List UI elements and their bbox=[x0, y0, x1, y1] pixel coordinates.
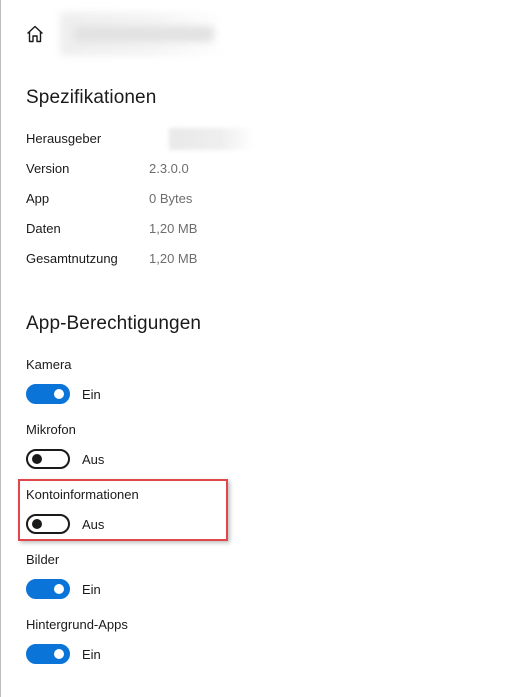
permission-label-microphone: Mikrofon bbox=[26, 422, 76, 437]
home-button[interactable] bbox=[23, 22, 47, 46]
permissions-title: App-Berechtigungen bbox=[26, 313, 202, 334]
spec-row-total-usage: Gesamtnutzung 1,20 MB bbox=[26, 251, 326, 271]
spec-label: Gesamtnutzung bbox=[26, 251, 118, 266]
app-name-redacted bbox=[60, 12, 225, 56]
permission-label-background-apps: Hintergrund-Apps bbox=[26, 617, 128, 632]
toggle-knob bbox=[54, 584, 64, 594]
home-icon bbox=[27, 25, 43, 43]
spec-value: 0 Bytes bbox=[149, 191, 193, 206]
microphone-toggle-state: Aus bbox=[82, 452, 105, 467]
spec-row-data: Daten 1,20 MB bbox=[26, 221, 326, 241]
permission-label-pictures: Bilder bbox=[26, 552, 60, 567]
camera-toggle[interactable] bbox=[26, 384, 70, 404]
publisher-value-redacted bbox=[169, 128, 254, 150]
spec-label: Herausgeber bbox=[26, 131, 102, 146]
highlight-annotation-box bbox=[18, 479, 228, 541]
toggle-knob bbox=[54, 389, 64, 399]
camera-toggle-state: Ein bbox=[82, 387, 101, 402]
spec-label: Daten bbox=[26, 221, 61, 236]
spec-row-publisher: Herausgeber bbox=[26, 128, 326, 151]
spec-value: 1,20 MB bbox=[149, 251, 198, 266]
spec-label: Version bbox=[26, 161, 70, 176]
spec-value: 1,20 MB bbox=[149, 221, 198, 236]
spec-label: App bbox=[26, 191, 50, 206]
permission-label-camera: Kamera bbox=[26, 357, 72, 372]
toggle-knob bbox=[32, 454, 42, 464]
toggle-knob bbox=[54, 649, 64, 659]
window-left-border bbox=[0, 0, 1, 697]
pictures-toggle-state: Ein bbox=[82, 582, 101, 597]
specs-title: Spezifikationen bbox=[26, 87, 157, 108]
background-apps-toggle[interactable] bbox=[26, 644, 70, 664]
background-apps-toggle-state: Ein bbox=[82, 647, 101, 662]
microphone-toggle[interactable] bbox=[26, 449, 70, 469]
spec-row-version: Version 2.3.0.0 bbox=[26, 161, 326, 181]
spec-value: 2.3.0.0 bbox=[149, 161, 189, 176]
pictures-toggle[interactable] bbox=[26, 579, 70, 599]
spec-row-app: App 0 Bytes bbox=[26, 191, 326, 211]
